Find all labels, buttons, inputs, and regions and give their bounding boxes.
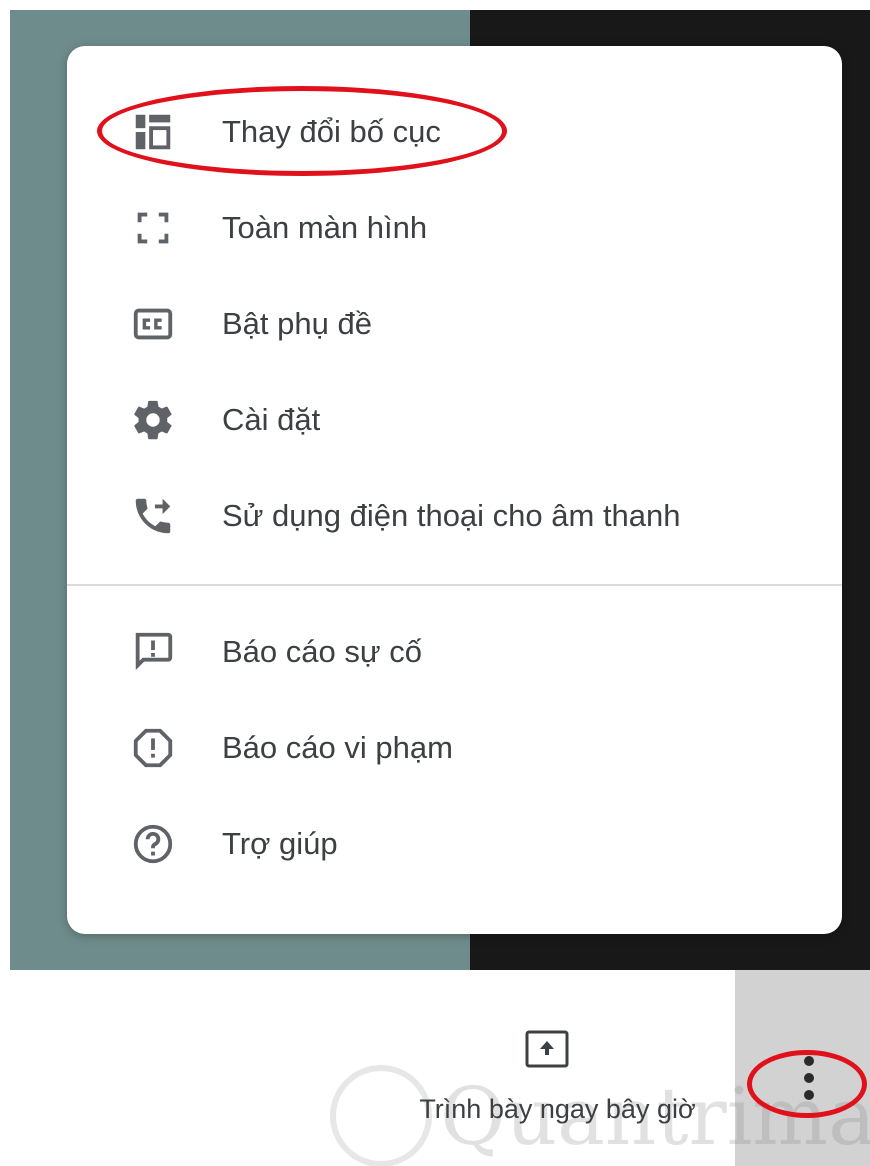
more-options-button[interactable] bbox=[785, 1048, 833, 1108]
menu-item-help[interactable]: Trợ giúp bbox=[67, 804, 842, 884]
menu-item-change-layout[interactable]: Thay đổi bố cục bbox=[67, 92, 842, 172]
menu-item-label: Trợ giúp bbox=[222, 826, 338, 861]
menu-item-fullscreen[interactable]: Toàn màn hình bbox=[67, 188, 842, 268]
menu-item-settings[interactable]: Cài đặt bbox=[67, 380, 842, 460]
menu-item-report-abuse[interactable]: Báo cáo vi phạm bbox=[67, 708, 842, 788]
report-abuse-icon bbox=[129, 724, 177, 772]
feedback-icon bbox=[129, 628, 177, 676]
help-icon bbox=[129, 820, 177, 868]
menu-item-captions[interactable]: Bật phụ đề bbox=[67, 284, 842, 364]
closed-captions-icon bbox=[129, 300, 177, 348]
menu-item-report-problem[interactable]: Báo cáo sự cố bbox=[67, 612, 842, 692]
menu-divider bbox=[67, 584, 842, 586]
present-now-label: Trình bày ngay bây giờ bbox=[419, 1094, 696, 1124]
menu-item-label: Sử dụng điện thoại cho âm thanh bbox=[222, 498, 681, 533]
gear-icon bbox=[129, 396, 177, 444]
more-options-menu: Thay đổi bố cục Toàn màn hình Bật phụ đề… bbox=[67, 46, 842, 934]
menu-item-label: Cài đặt bbox=[222, 402, 321, 437]
present-upload-icon bbox=[525, 1030, 569, 1070]
fullscreen-icon bbox=[129, 204, 177, 252]
menu-item-label: Toàn màn hình bbox=[222, 210, 428, 245]
menu-item-label: Báo cáo sự cố bbox=[222, 634, 422, 669]
phone-forward-icon bbox=[129, 492, 177, 540]
menu-item-label: Thay đổi bố cục bbox=[222, 114, 441, 149]
change-layout-icon bbox=[129, 108, 177, 156]
menu-item-label: Báo cáo vi phạm bbox=[222, 730, 453, 765]
present-now-button[interactable]: Trình bày ngay bây giờ bbox=[385, 1020, 735, 1140]
menu-item-label: Bật phụ đề bbox=[222, 306, 372, 341]
menu-item-phone-audio[interactable]: Sử dụng điện thoại cho âm thanh bbox=[67, 476, 842, 556]
